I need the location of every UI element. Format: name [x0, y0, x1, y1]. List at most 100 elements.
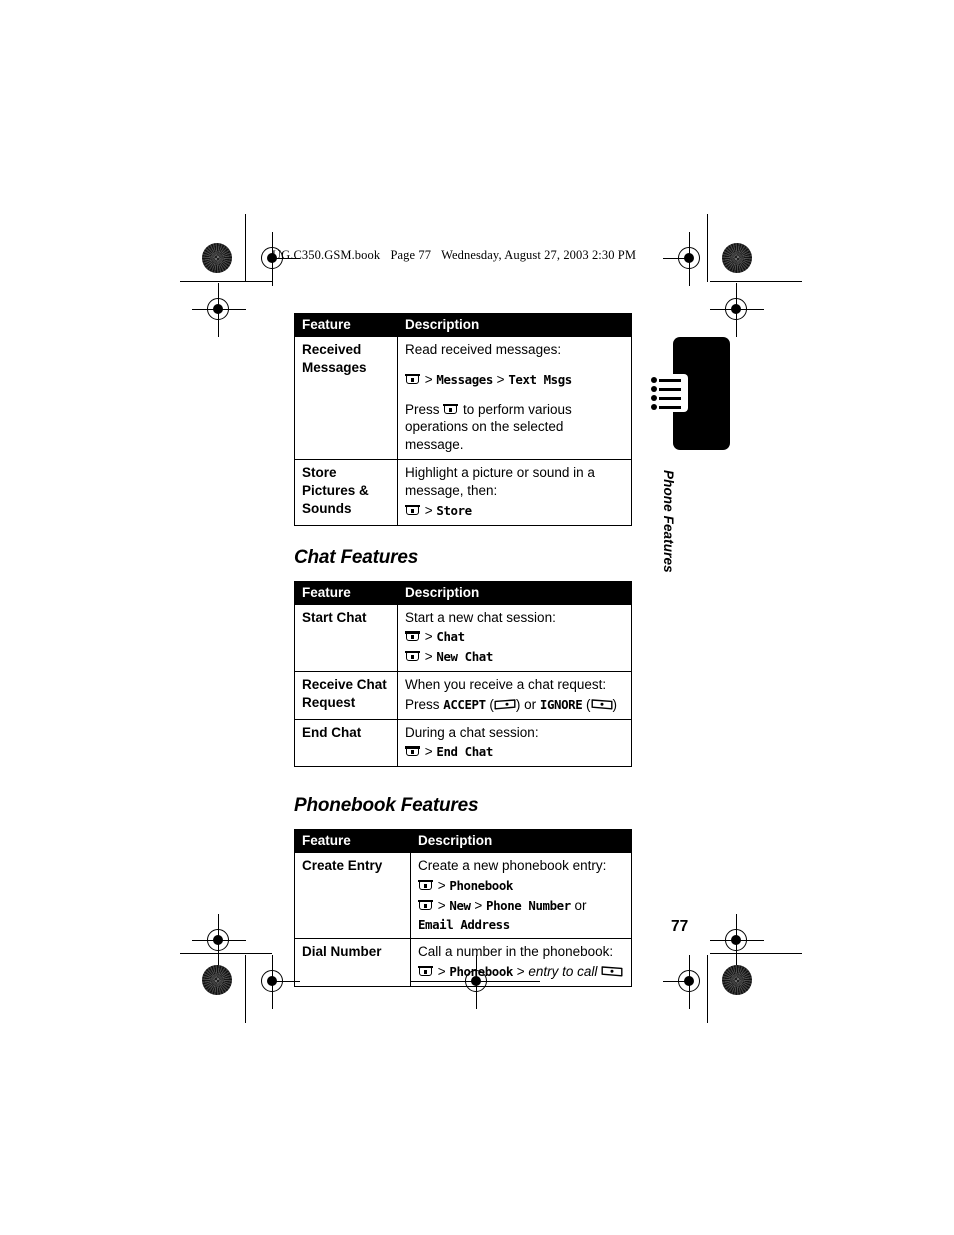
column-header-description: Description: [410, 829, 632, 854]
registration-mark-right-lower: [710, 914, 764, 968]
or-label: or: [520, 696, 540, 712]
section-heading-phonebook: Phonebook Features: [294, 795, 479, 817]
menu-path: > Store: [405, 502, 624, 520]
menu-path: > Phonebook: [418, 877, 624, 895]
right-soft-key-icon: [591, 699, 613, 710]
trim-line-left-vertical: [245, 214, 247, 282]
section-heading-wrapper: Phonebook Features: [294, 795, 632, 817]
menu-path-italic-hint: entry to call: [528, 964, 598, 980]
menu-path-part: Messages: [436, 371, 493, 387]
registration-mark-left-upper: [192, 283, 246, 337]
feature-name: Start Chat: [294, 603, 398, 672]
description-line: Highlight a picture or sound in a messag…: [405, 465, 595, 498]
registration-mark-right-upper: [710, 283, 764, 337]
trim-line-right-vertical: [707, 214, 709, 282]
accept-label: ACCEPT: [443, 696, 486, 712]
menu-path-part: New: [449, 897, 471, 913]
bulleted-list-icon: [651, 374, 688, 412]
halftone-target-top-right: [722, 243, 752, 273]
message-features-table: Feature Description Received Messages Re…: [294, 313, 632, 526]
menu-key-icon: [405, 504, 420, 516]
table-row: Store Pictures & Sounds Highlight a pict…: [294, 459, 632, 526]
menu-path-continued: Email Address: [418, 916, 624, 934]
or-suffix: or: [570, 897, 587, 913]
table-row: Start Chat Start a new chat session: > C…: [294, 603, 632, 672]
feature-description: When you receive a chat request: Press A…: [397, 670, 632, 720]
description-line: During a chat session:: [405, 724, 539, 740]
menu-path-part: Store: [436, 502, 472, 518]
phonebook-features-table: Feature Description Create Entry Create …: [294, 829, 632, 988]
header-filename: UG.C350.GSM.book: [272, 248, 381, 262]
menu-path: > Chat: [405, 628, 624, 646]
menu-path-part: Chat: [436, 629, 465, 645]
instruction-line: Press to perform various operations on t…: [405, 401, 624, 454]
table-header-row: Feature Description: [294, 829, 632, 854]
table-row: Create Entry Create a new phonebook entr…: [294, 852, 632, 940]
ignore-label: IGNORE: [539, 696, 583, 712]
description-line: Read received messages:: [405, 342, 562, 357]
softkey-instruction: Press ACCEPT () or IGNORE (): [405, 696, 617, 712]
trim-line-left-vertical-bottom: [245, 955, 247, 1023]
table-row: Dial Number Call a number in the phonebo…: [294, 938, 632, 988]
table-row: Receive Chat Request When you receive a …: [294, 670, 632, 720]
registration-mark-bottom-left: [246, 955, 300, 1009]
left-soft-key-icon: [494, 699, 516, 710]
menu-key-icon: [405, 746, 420, 757]
chat-features-table: Feature Description Start Chat Start a n…: [294, 580, 632, 768]
halftone-target-bottom-left: [202, 965, 232, 995]
feature-name: Create Entry: [294, 852, 411, 940]
feature-description: Call a number in the phonebook: > Phoneb…: [410, 938, 632, 988]
feature-name: End Chat: [294, 718, 398, 768]
table-header-row: Feature Description: [294, 580, 632, 605]
menu-key-icon: [418, 966, 433, 977]
feature-description: Highlight a picture or sound in a messag…: [397, 459, 632, 526]
side-tab-label: Phone Features: [661, 470, 676, 573]
menu-path-part: New Chat: [436, 649, 493, 665]
column-header-description: Description: [397, 580, 632, 605]
menu-key-icon: [418, 880, 433, 891]
menu-key-icon: [405, 373, 420, 385]
page-number: 77: [671, 918, 689, 935]
column-header-description: Description: [397, 313, 632, 337]
column-header-feature: Feature: [294, 580, 398, 605]
menu-path-part: Phonebook: [449, 964, 513, 980]
header-timestamp: Wednesday, August 27, 2003 2:30 PM: [441, 248, 637, 262]
column-header-feature: Feature: [294, 313, 398, 337]
menu-path: > Messages > Text Msgs: [405, 371, 624, 389]
header-page-label: Page 77: [390, 248, 432, 262]
menu-key-icon: [405, 631, 420, 642]
menu-path-part: Email Address: [418, 916, 510, 932]
table-row: End Chat During a chat session: > End Ch…: [294, 718, 632, 768]
feature-name: Receive Chat Request: [294, 670, 398, 720]
feature-description: Read received messages: > Messages > Tex…: [397, 335, 632, 461]
feature-description: During a chat session: > End Chat: [397, 718, 632, 768]
menu-path-part: Phonebook: [449, 878, 513, 893]
instruction-before: Press: [405, 401, 444, 417]
feature-description: Create a new phonebook entry: > Phoneboo…: [410, 852, 632, 940]
menu-path-part: End Chat: [436, 744, 493, 760]
table-row: Received Messages Read received messages…: [294, 335, 632, 461]
menu-path-part: Phone Number: [486, 897, 571, 913]
section-heading-chat: Chat Features: [294, 546, 419, 568]
trim-mark-top-left: [180, 281, 272, 283]
feature-name: Received Messages: [294, 335, 398, 461]
trim-mark-top-right: [710, 281, 802, 283]
column-header-feature: Feature: [294, 829, 411, 854]
halftone-target-bottom-right: [722, 965, 752, 995]
table-header-row: Feature Description: [294, 313, 632, 337]
feature-description: Start a new chat session: > Chat > New C…: [397, 603, 632, 672]
menu-key-icon: [405, 651, 420, 662]
menu-path: > New > Phone Number or: [418, 897, 624, 915]
dial-menu-path: > Phonebook > entry to call: [418, 963, 624, 981]
trim-mark-bottom-right: [710, 953, 802, 955]
menu-key-icon: [418, 899, 433, 911]
halftone-target-top-left: [202, 243, 232, 273]
registration-mark-left-lower: [192, 914, 246, 968]
feature-name: Store Pictures & Sounds: [294, 459, 398, 526]
menu-path-part: Text Msgs: [508, 371, 572, 387]
document-header: UG.C350.GSM.book Page 77 Wednesday, Augu…: [272, 248, 643, 263]
description-line: Start a new chat session:: [405, 609, 556, 625]
menu-path: > End Chat: [405, 743, 624, 761]
description-line: Create a new phonebook entry:: [418, 858, 607, 874]
feature-name: Dial Number: [294, 938, 411, 988]
